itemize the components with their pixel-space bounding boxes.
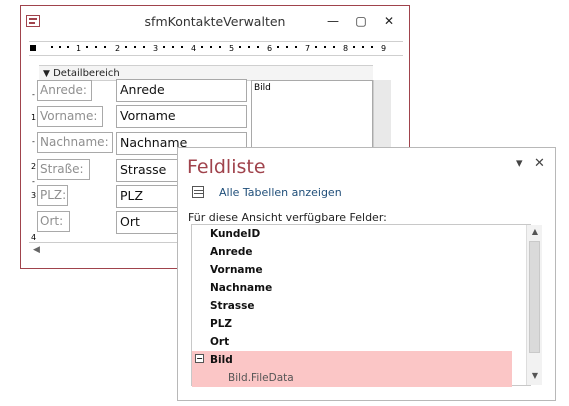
list-item[interactable]: PLZ (192, 315, 512, 333)
field-list-panel: Feldliste ▾ ✕ Alle Tabellen anzeigen Für… (177, 147, 556, 401)
ruler-number: 7 (305, 44, 311, 53)
ruler-tick-icon: - (32, 137, 35, 146)
list-item[interactable]: Nachname (192, 279, 512, 297)
ruler-number: 4 (191, 44, 197, 53)
ruler-number: 4 (31, 233, 37, 242)
ruler-number: 9 (381, 44, 387, 53)
label-strasse[interactable]: Straße: (37, 159, 90, 180)
label-nachname[interactable]: Nachname: (37, 132, 113, 153)
ruler-number: 5 (229, 44, 235, 53)
field-list-scrollbar[interactable]: ▲ ▼ (526, 225, 542, 385)
close-button[interactable]: ✕ (377, 10, 401, 32)
scroll-thumb[interactable] (529, 241, 540, 353)
field-vorname[interactable]: Vorname (116, 105, 247, 128)
horizontal-ruler[interactable]: 1 2 3 4 5 6 7 8 9 (29, 41, 403, 56)
collapse-icon[interactable]: − (195, 354, 204, 363)
scroll-down-icon[interactable]: ▼ (527, 371, 543, 380)
ruler-tick-icon: - (32, 177, 35, 186)
list-item-label: Bild (210, 354, 233, 366)
label-anrede[interactable]: Anrede: (37, 80, 92, 101)
show-all-tables-label: Alle Tabellen anzeigen (219, 186, 342, 199)
field-anrede[interactable]: Anrede (116, 79, 247, 102)
list-item-subfield[interactable]: Bild.FileData (192, 369, 512, 387)
ruler-number: 3 (153, 44, 159, 53)
ruler-number: 8 (343, 44, 349, 53)
bild-label: Bild (254, 83, 271, 93)
list-item[interactable]: Ort (192, 333, 512, 351)
minimize-button[interactable]: — (321, 10, 345, 32)
ruler-number: 2 (31, 162, 37, 171)
ruler-number: 2 (115, 44, 121, 53)
scroll-up-icon[interactable]: ▲ (527, 227, 543, 236)
field-list[interactable]: KundeID Anrede Vorname Nachname Strasse … (191, 224, 542, 387)
ruler-number: 3 (31, 191, 37, 200)
section-label: Detailbereich (53, 68, 120, 79)
maximize-button[interactable]: ▢ (349, 10, 373, 32)
title-bar: sfmKontakteVerwalten — ▢ ✕ (21, 6, 409, 36)
list-item[interactable]: KundeID (192, 225, 512, 243)
list-item-bild[interactable]: − Bild (192, 351, 512, 369)
panel-close-icon[interactable]: ✕ (534, 156, 545, 171)
list-item[interactable]: Vorname (192, 261, 512, 279)
show-all-tables-link[interactable]: Alle Tabellen anzeigen (192, 186, 392, 202)
section-collapse-icon: ▼ (43, 69, 50, 79)
ruler-number: 1 (31, 113, 37, 122)
ruler-number: 1 (76, 44, 82, 53)
label-plz[interactable]: PLZ: (37, 185, 68, 206)
list-item[interactable]: Strasse (192, 297, 512, 315)
label-ort[interactable]: Ort: (37, 211, 70, 232)
list-item[interactable]: Anrede (192, 243, 512, 261)
panel-title: Feldliste (187, 156, 266, 178)
ruler-number: 6 (267, 44, 273, 53)
scroll-left-icon[interactable]: ◀ (33, 245, 40, 255)
table-add-icon (192, 186, 204, 198)
ruler-tick-icon: - (32, 90, 35, 99)
panel-options-icon[interactable]: ▾ (516, 156, 523, 171)
label-vorname[interactable]: Vorname: (37, 106, 103, 127)
available-fields-label: Für diese Ansicht verfügbare Felder: (188, 211, 387, 224)
form-selector[interactable] (30, 45, 36, 51)
